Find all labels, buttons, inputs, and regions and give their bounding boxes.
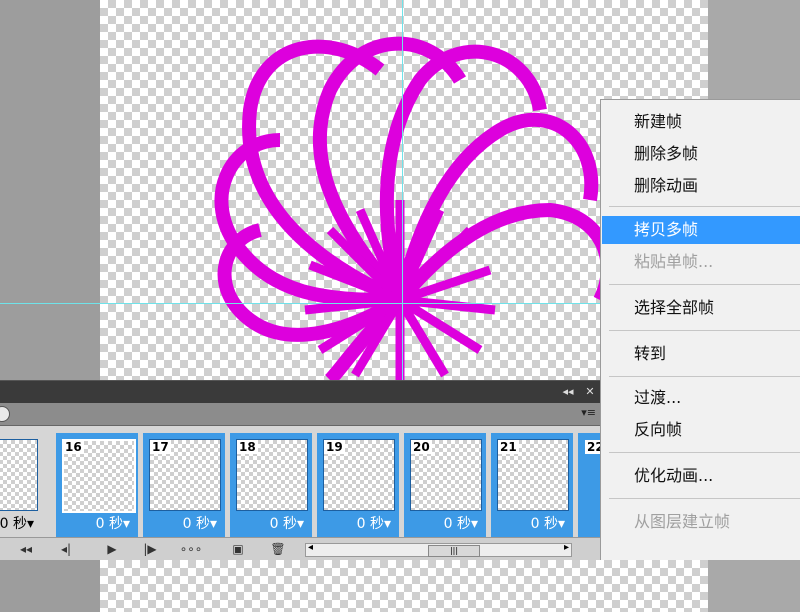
frame-number: 17 <box>150 440 171 454</box>
menu-item-make-frames-from-layers[interactable]: 从图层建立帧 <box>602 508 800 536</box>
panel-tab-icon[interactable] <box>0 406 10 422</box>
next-frame-button[interactable]: |▶ <box>136 541 164 557</box>
delete-frame-button[interactable]: 🗑 <box>268 541 288 557</box>
menu-separator <box>609 330 800 331</box>
menu-item-reverse-frames[interactable]: 反向帧 <box>602 416 800 444</box>
panel-titlebar[interactable]: ◂◂ ✕ <box>0 381 600 403</box>
animation-context-menu: 新建帧 删除多帧 删除动画 拷贝多帧 粘贴单帧... 选择全部帧 转到 过渡..… <box>600 99 800 560</box>
play-button[interactable]: ▶ <box>100 541 124 557</box>
frame-item[interactable]: 16 0 秒▾ <box>56 433 138 537</box>
vertical-guide[interactable] <box>402 0 403 380</box>
menu-item-go-to[interactable]: 转到 <box>602 340 800 368</box>
frame-item[interactable]: 20 0 秒▾ <box>404 433 486 537</box>
frame-delay[interactable]: 0 秒▾ <box>357 513 391 533</box>
frame-number: 18 <box>237 440 258 454</box>
frame-thumbnail <box>0 439 38 511</box>
menu-separator <box>609 284 800 285</box>
horizontal-guide[interactable] <box>0 303 600 304</box>
panel-menu-icon[interactable]: ▾≡ <box>581 406 596 419</box>
first-frame-button[interactable]: ◂◂ <box>10 541 42 557</box>
menu-item-optimize-animation[interactable]: 优化动画... <box>602 462 800 490</box>
frame-delay[interactable]: 0 秒▾ <box>96 513 130 533</box>
menu-item-paste-frame[interactable]: 粘贴单帧... <box>602 248 800 276</box>
prev-frame-button[interactable]: ◂| <box>52 541 80 557</box>
frame-delay[interactable]: 0 秒▾ <box>531 513 565 533</box>
menu-item-select-all-frames[interactable]: 选择全部帧 <box>602 294 800 322</box>
animation-toolbar: ◂◂ ◂| ▶ |▶ ∘∘∘ ▣ 🗑 ◂ ||| ▸ <box>0 537 600 560</box>
frame-delay[interactable]: 0 秒▾ <box>270 513 304 533</box>
menu-item-delete-frames[interactable]: 删除多帧 <box>602 140 800 168</box>
animation-panel: ◂◂ ✕ ▾≡ 0 秒▾ 16 0 秒▾ 17 0 秒▾ 18 0 秒▾ 19 <box>0 380 606 560</box>
frame-item[interactable]: 0 秒▾ <box>0 433 42 537</box>
frame-item[interactable]: 18 0 秒▾ <box>230 433 312 537</box>
frame-item[interactable]: 19 0 秒▾ <box>317 433 399 537</box>
menu-item-new-frame[interactable]: 新建帧 <box>602 108 800 136</box>
frame-number: 20 <box>411 440 432 454</box>
frame-number: 16 <box>63 440 84 454</box>
tween-button[interactable]: ∘∘∘ <box>176 541 206 557</box>
frame-strip: 0 秒▾ 16 0 秒▾ 17 0 秒▾ 18 0 秒▾ 19 0 秒▾ 20 … <box>0 427 606 541</box>
menu-item-copy-frames[interactable]: 拷贝多帧 <box>602 216 800 244</box>
scroll-right-icon[interactable]: ▸ <box>564 542 569 553</box>
menu-separator <box>609 376 800 377</box>
menu-item-delete-animation[interactable]: 删除动画 <box>602 172 800 200</box>
collapse-icon[interactable]: ◂◂ <box>560 384 576 400</box>
new-frame-button[interactable]: ▣ <box>228 541 248 557</box>
menu-separator <box>609 498 800 499</box>
scroll-thumb[interactable]: ||| <box>428 545 480 557</box>
frame-delay[interactable]: 0 秒▾ <box>183 513 217 533</box>
frame-number: 21 <box>498 440 519 454</box>
close-icon[interactable]: ✕ <box>582 384 598 400</box>
frame-number: 19 <box>324 440 345 454</box>
frame-item[interactable]: 22 <box>578 433 606 537</box>
frame-scrollbar[interactable]: ◂ ||| ▸ <box>305 542 572 557</box>
scroll-left-icon[interactable]: ◂ <box>308 542 313 553</box>
panel-tabbar: ▾≡ <box>0 403 600 426</box>
menu-separator <box>609 452 800 453</box>
frame-delay[interactable]: 0 秒▾ <box>0 513 34 533</box>
menu-item-tween[interactable]: 过渡... <box>602 384 800 412</box>
menu-separator <box>609 206 800 207</box>
frame-delay[interactable]: 0 秒▾ <box>444 513 478 533</box>
frame-item[interactable]: 21 0 秒▾ <box>491 433 573 537</box>
frame-item[interactable]: 17 0 秒▾ <box>143 433 225 537</box>
